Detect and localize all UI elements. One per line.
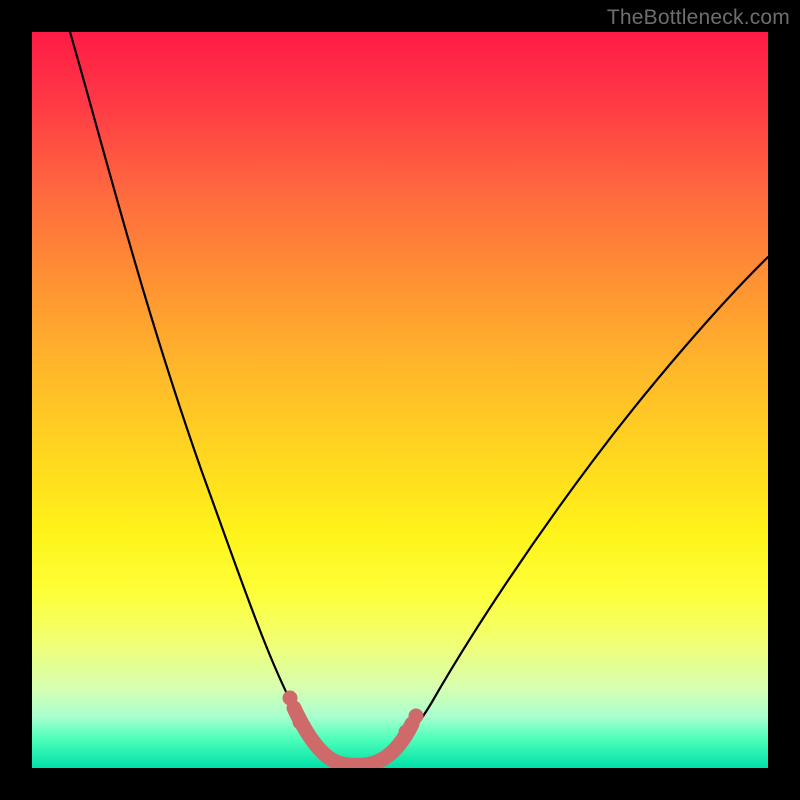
curve-layer	[32, 32, 768, 768]
marker-band	[294, 708, 412, 765]
bottleneck-curve	[70, 32, 768, 765]
marker-dot	[409, 709, 424, 724]
marker-dot	[399, 725, 414, 740]
marker-dot	[293, 715, 308, 730]
marker-dot	[283, 691, 298, 706]
watermark-text: TheBottleneck.com	[607, 6, 790, 30]
chart-frame: TheBottleneck.com	[0, 0, 800, 800]
gradient-plot-area	[32, 32, 768, 768]
